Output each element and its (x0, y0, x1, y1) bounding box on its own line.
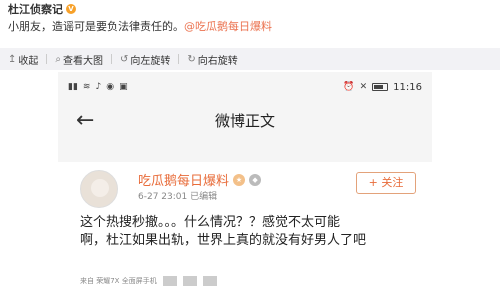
mention-link[interactable]: @吃瓜鹅每日爆料 (184, 20, 272, 33)
rotate-left-label: 向左旋转 (130, 55, 171, 67)
image-toolbar: ↥ 收起 ⌕ 查看大图 ↺ 向左旋转 ↻ 向右旋转 (0, 48, 500, 70)
status-icons-left: ▮▮ ≋ ♪ ◉ ▣ (68, 82, 128, 92)
battery-icon (372, 83, 389, 91)
card-footer: 来自 荣耀7X 全面屏手机 (80, 274, 410, 288)
view-large-button[interactable]: ⌕ 查看大图 (55, 52, 103, 67)
nickname[interactable]: 吃瓜鹅每日爆料 (138, 170, 229, 189)
card-text-line-2: 啊，杜江如果出轨，世界上真的就没有好男人了吧 (80, 233, 367, 248)
divider (178, 54, 180, 64)
nickname-row: 吃瓜鹅每日爆料 ★ ◆ (138, 170, 262, 189)
source-text: 来自 荣耀7X 全面屏手机 (80, 277, 157, 285)
avatar[interactable] (80, 170, 118, 208)
post-meta: 6-27 23:01 已编辑 (138, 192, 218, 202)
view-large-label: 查看大图 (63, 55, 103, 67)
thumbnail-image[interactable] (202, 276, 217, 286)
divider (111, 54, 112, 64)
status-icons-right: ⏰ ✕ 11:16 (343, 82, 422, 93)
alarm-icon: ⏰ (343, 82, 355, 92)
app-icon: ▣ (119, 82, 128, 92)
nav-title: 微博正文 (214, 111, 275, 130)
collapse-button[interactable]: ↥ 收起 (8, 52, 38, 67)
tiktok-icon: ♪ (95, 82, 102, 92)
card-body-text: 这个热搜秒撤。。。什么情况？？感觉不太可能 啊，杜江如果出轨，世界上真的就没有好… (80, 214, 420, 250)
nav-bar: ← 微博正文 (58, 102, 432, 138)
mute-icon: ✕ (359, 82, 368, 92)
back-arrow-icon[interactable]: ← (76, 108, 94, 133)
weibo-card: 吃瓜鹅每日爆料 ★ ◆ 6-27 23:01 已编辑 + 关注 这个热搜秒撤。。… (58, 162, 432, 300)
weibo-icon: ◉ (106, 82, 115, 92)
signal-icon: ▮▮ (68, 82, 78, 92)
thumbnail-image[interactable] (182, 276, 197, 286)
rotate-left-button[interactable]: ↺ 向左旋转 (120, 52, 170, 67)
follow-button[interactable]: + 关注 (356, 172, 416, 194)
zoom-icon: ⌕ (55, 53, 61, 65)
wifi-icon: ≋ (82, 82, 91, 92)
post-header: 杜江侦察记 V (8, 2, 76, 16)
card-text-line-1: 这个热搜秒撤。。。什么情况？？感觉不太可能 (80, 215, 341, 230)
author-name[interactable]: 杜江侦察记 (8, 1, 63, 17)
rotate-right-label: 向右旋转 (197, 55, 238, 67)
post-text: 小朋友，造谣可是要负法律责任的。@吃瓜鹅每日爆料 (8, 18, 272, 34)
vip-badge-icon: ★ (233, 173, 246, 186)
v-badge-icon: V (66, 4, 76, 14)
collapse-label: 收起 (18, 55, 39, 67)
rotate-right-icon: ↻ (187, 53, 196, 65)
level-badge-icon: ◆ (249, 173, 262, 186)
status-bar: ▮▮ ≋ ♪ ◉ ▣ ⏰ ✕ 11:16 (58, 72, 432, 102)
embedded-screenshot[interactable]: ▮▮ ≋ ♪ ◉ ▣ ⏰ ✕ 11:16 ← 微博正文 吃瓜鹅每日爆料 ★ ◆ … (58, 72, 432, 300)
rotate-left-icon: ↺ (120, 53, 129, 65)
divider (46, 54, 48, 64)
status-time: 11:16 (393, 81, 422, 93)
collapse-icon: ↥ (8, 53, 17, 65)
thumbnail-image[interactable] (162, 276, 177, 286)
post-text-body: 小朋友，造谣可是要负法律责任的。 (8, 20, 184, 33)
rotate-right-button[interactable]: ↻ 向右旋转 (187, 52, 237, 67)
